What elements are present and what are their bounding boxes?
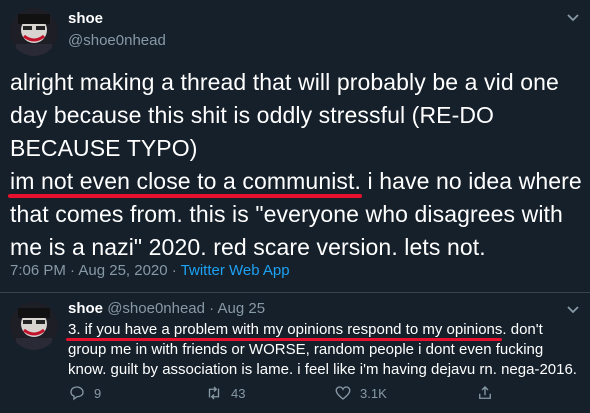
author-handle[interactable]: @shoe0nhead bbox=[68, 32, 166, 49]
reply-chevron-down-icon[interactable] bbox=[566, 302, 580, 321]
reply-actions: 9 43 3.1K bbox=[68, 384, 580, 406]
tweet-paragraph-1: alright making a thread that will probab… bbox=[10, 69, 559, 161]
tweet-timestamp[interactable]: 7:06 PM · Aug 25, 2020 · bbox=[10, 262, 181, 279]
reply-text: 3. if you have a problem with my opinion… bbox=[68, 320, 580, 380]
underlined-statement: im not even close to a communist. bbox=[10, 168, 362, 194]
retweet-count: 43 bbox=[231, 385, 246, 401]
reply-underlined-statement: 3. if you have a problem with my opinion… bbox=[68, 321, 507, 338]
red-underline-annotation bbox=[8, 194, 362, 198]
reply-author-name[interactable]: shoe bbox=[68, 300, 103, 317]
reply-author-avatar[interactable] bbox=[10, 302, 58, 350]
reply-icon bbox=[70, 386, 84, 401]
like-button[interactable]: 3.1K bbox=[334, 384, 387, 402]
reply-red-underline-annotation bbox=[66, 338, 502, 341]
share-button[interactable] bbox=[476, 384, 494, 402]
reply-count: 9 bbox=[94, 385, 102, 401]
tweet-meta: 7:06 PM · Aug 25, 2020 · Twitter Web App bbox=[10, 262, 290, 279]
reply-button[interactable]: 9 bbox=[68, 384, 101, 402]
share-icon bbox=[479, 386, 491, 399]
author-name[interactable]: shoe bbox=[68, 10, 103, 27]
chevron-down-icon[interactable] bbox=[566, 10, 580, 29]
reply-author-handle[interactable]: @shoe0nhead · Aug 25 bbox=[107, 300, 265, 317]
reply-header: shoe @shoe0nhead · Aug 25 bbox=[68, 300, 265, 317]
tweet-paragraph-2: im not even close to a communist. i have… bbox=[10, 165, 582, 264]
tweet-text: alright making a thread that will probab… bbox=[10, 66, 582, 264]
retweet-icon bbox=[208, 386, 220, 400]
retweet-button[interactable]: 43 bbox=[205, 384, 245, 402]
like-count: 3.1K bbox=[360, 385, 387, 401]
author-avatar[interactable] bbox=[10, 8, 58, 56]
tweet-source[interactable]: Twitter Web App bbox=[181, 262, 290, 279]
divider bbox=[0, 292, 590, 293]
like-icon bbox=[335, 386, 351, 400]
